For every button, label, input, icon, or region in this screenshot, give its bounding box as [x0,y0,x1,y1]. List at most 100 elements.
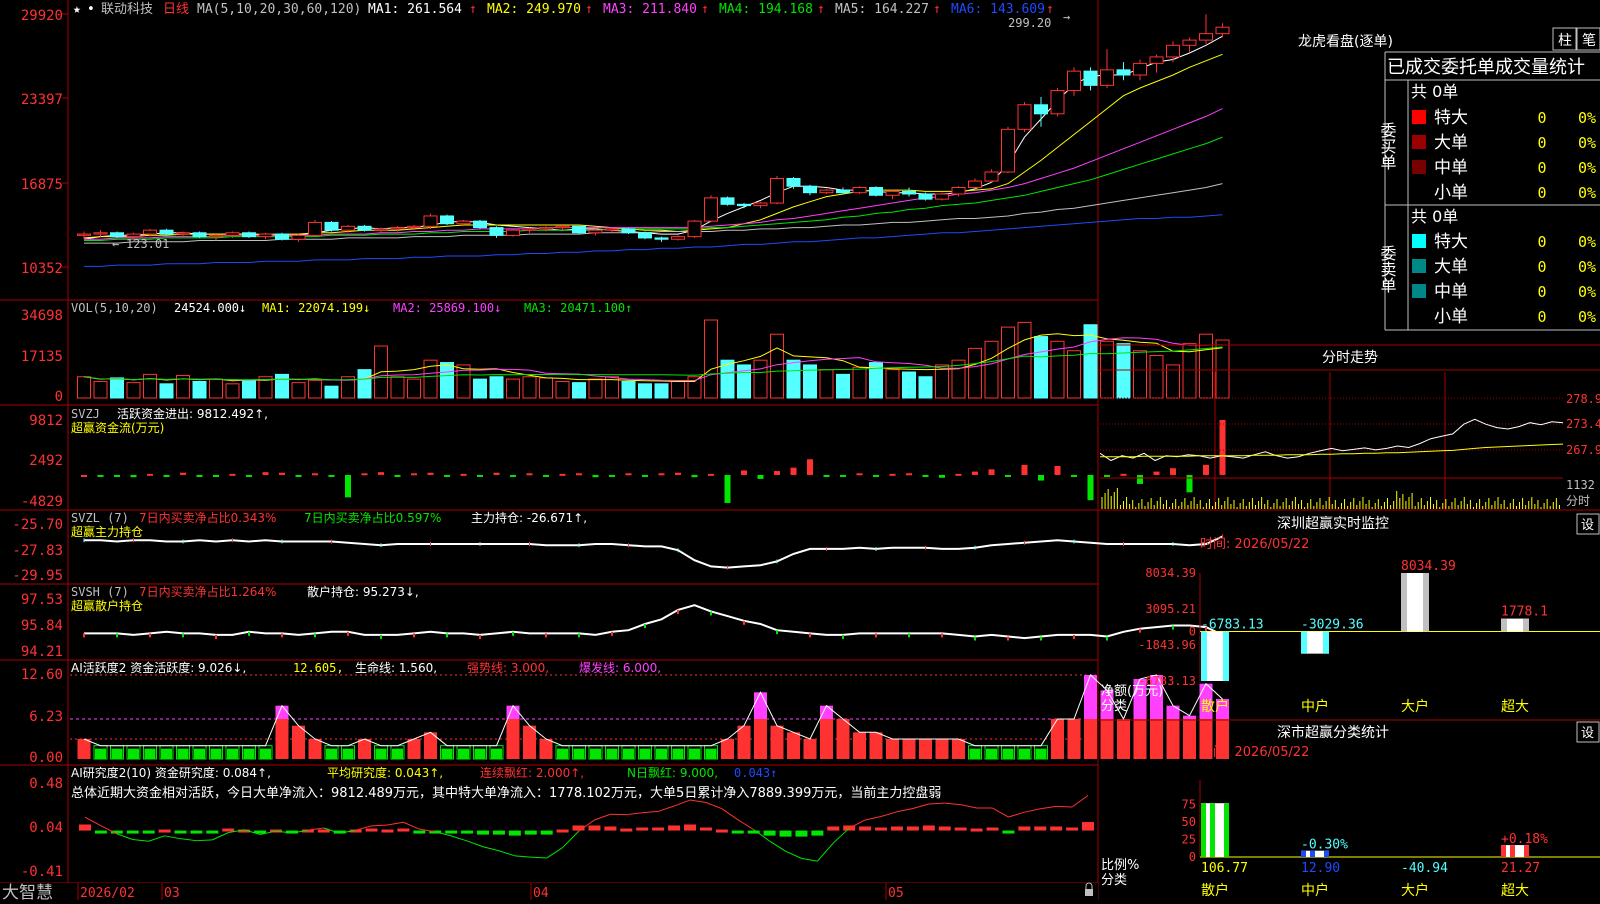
stats-settings-label: 设 [1581,726,1594,741]
activity-bar [820,719,833,759]
research-bar [366,829,378,832]
activity-bar [771,726,784,759]
money-flow-bar [840,475,846,477]
candle-body [1200,34,1213,40]
money-flow-bar [1104,475,1110,477]
research-bar [923,825,935,830]
volume-bar [672,381,685,398]
research-bar [955,828,967,831]
candle-body [1084,71,1097,85]
ratio-value: 12.90 [1301,861,1340,876]
volume-bar [936,365,949,398]
ma-params-label: MA(5,10,20,30,60,120) [197,2,361,17]
candle-body [210,235,223,236]
money-flow-bar [1071,475,1077,477]
ma6-arrow: ↑ [1046,2,1054,17]
svzj-ytick: -4829 [21,494,63,510]
period-label[interactable]: 日线 [163,2,189,17]
money-flow-bar [98,475,104,477]
research-bar [700,828,712,831]
candle-body [1117,70,1130,75]
money-flow-bar [147,474,153,476]
money-flow-bar [81,475,87,477]
money-flow-bar [527,473,533,475]
candle-body [573,226,586,232]
money-flow-bar [626,473,632,475]
activity-bar-fill [260,749,271,759]
volume-bar [94,381,107,398]
vol-ma3: MA3: 20471.100↑ [524,301,632,315]
activity-bar [919,739,932,759]
money-flow-bar [1088,475,1094,500]
money-flow-bar [329,475,335,477]
volume-bar [226,384,239,398]
money-flow-bar [180,473,186,475]
money-flow-bar [296,475,302,477]
activity-bar [754,719,767,759]
candle-body [969,181,982,187]
research-bar [79,824,91,830]
candle-body [1051,91,1064,114]
volume-bar [523,377,536,398]
svzl-ytick: -25.70 [12,517,63,533]
volume-bar [1002,327,1015,398]
money-flow-bar [1137,475,1143,484]
money-flow-bar [1154,472,1160,475]
high-arrow-icon: → [1063,10,1070,24]
candle-body [523,229,536,230]
date-tick: 2026/02 [80,886,135,900]
money-flow-bar [824,475,830,477]
candle-body [936,194,949,199]
order-color-swatch [1412,110,1426,124]
activity-bar-fill [442,749,453,759]
ratio-value: 106.77 [1201,861,1248,876]
volume-bar [919,377,932,398]
tick-mode-label: 笔 [1582,33,1596,49]
svzj-ytick: 2492 [29,453,63,469]
svzj-label: 活跃资金进出: 9812.492↑, [117,406,268,421]
ratio-value: 21.27 [1501,861,1540,876]
stock-name[interactable]: 联动科技 [101,2,153,17]
activity-bar [523,726,536,759]
order-pct: 0% [1578,233,1596,251]
brand-label[interactable]: 大智慧 [2,883,53,900]
volume-bar [507,379,520,398]
research-bar [318,830,330,833]
candle-body [870,188,883,196]
research-bar [127,831,139,834]
candle-body [226,233,239,236]
volume-bar [1068,351,1081,398]
money-flow-bar [246,475,252,477]
activity-bar-fill [970,749,981,759]
stats-ytick: 50 [1182,815,1196,829]
activity-bar-fill [194,749,205,759]
sz-stats-title: 深市超赢分类统计 [1277,724,1389,741]
money-flow-bar [873,475,879,477]
svzl-main-pos: 主力持仓: -26.671↑, [471,510,587,525]
net-amount-bar-edge [1523,619,1529,632]
activity-bar-fill [128,749,139,759]
research-bar [525,831,537,835]
volume-bar [111,378,124,398]
research-line-segment [1056,806,1072,807]
activity-bar-fill [1003,749,1014,759]
ma1-arrow: ↑ [469,2,477,17]
research-bar [716,830,728,833]
volume-bar [622,381,635,398]
activity-bar-fill [112,749,123,759]
ai-ytick: 12.60 [21,667,63,683]
activity-bar-fill [491,749,502,759]
money-flow-bar [510,475,516,477]
money-flow-bar [1005,475,1011,477]
candle-body [622,229,635,233]
research-bar [397,829,409,832]
order-type-label: 中单 [1434,282,1468,302]
volume-bar [243,380,256,398]
activity-bar-fill [656,749,667,759]
column-mode-label: 柱 [1558,33,1572,49]
candle-body [490,228,503,236]
activity-bar [1101,719,1114,759]
star-icon[interactable]: ★ [73,2,81,17]
research-bar [493,831,505,835]
order-count: 0 [1537,308,1546,326]
